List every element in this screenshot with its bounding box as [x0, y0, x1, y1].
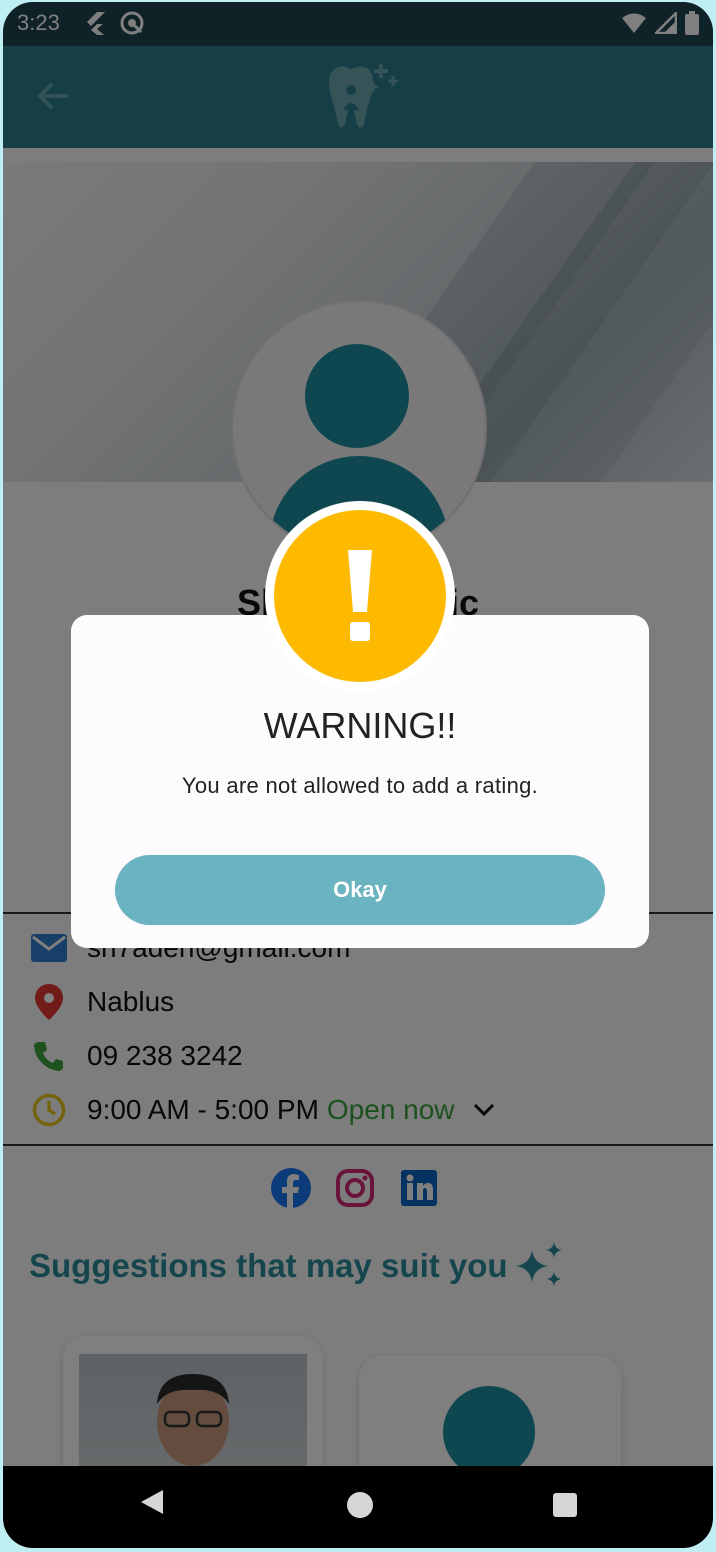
dialog-title: WARNING!!: [263, 705, 457, 746]
nav-recents-icon[interactable]: [553, 1493, 577, 1517]
okay-button[interactable]: Okay: [115, 855, 605, 925]
warning-badge: [265, 501, 455, 691]
system-nav-bar: [3, 1466, 713, 1548]
exclamation-icon: [348, 550, 372, 641]
nav-home-icon[interactable]: [347, 1492, 373, 1518]
dialog-message: You are not allowed to add a rating.: [181, 773, 539, 798]
nav-back-icon[interactable]: [139, 1488, 165, 1516]
phone-screen: 3:23 Sh nic: [3, 2, 713, 1548]
